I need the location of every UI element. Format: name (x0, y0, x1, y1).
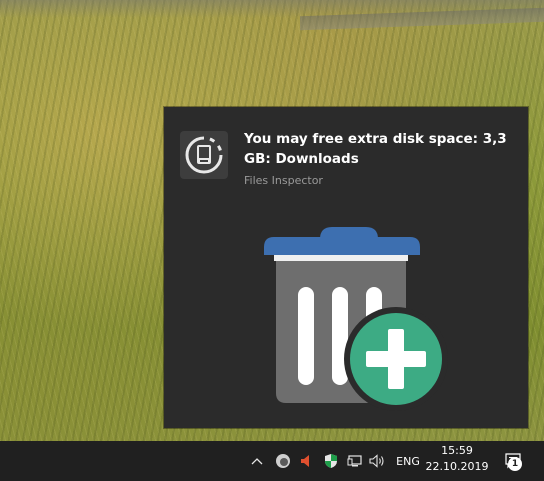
wallpaper-fence (300, 7, 544, 31)
app-tray-icon[interactable] (272, 441, 294, 481)
toast-notification[interactable]: You may free extra disk space: 3,3 GB: D… (164, 107, 528, 428)
notification-title: You may free extra disk space: 3,3 GB: D… (244, 131, 507, 167)
files-inspector-icon (180, 131, 228, 179)
notification-source: Files Inspector (244, 174, 323, 187)
windows-security-icon[interactable] (320, 441, 342, 481)
volume-icon[interactable] (366, 441, 388, 481)
network-icon[interactable] (344, 441, 366, 481)
taskbar-clock[interactable]: 15:59 22.10.2019 (424, 443, 490, 479)
clock-date: 22.10.2019 (425, 460, 489, 473)
notification-count-badge: 1 (508, 457, 522, 471)
show-hidden-icons-chevron-icon[interactable] (248, 441, 266, 481)
taskbar: ENG 15:59 22.10.2019 1 (0, 441, 544, 481)
clock-time: 15:59 (441, 444, 473, 457)
input-language-indicator[interactable]: ENG (393, 441, 423, 481)
trash-can-plus-icon (260, 217, 450, 413)
speaker-muted-icon[interactable] (296, 441, 318, 481)
